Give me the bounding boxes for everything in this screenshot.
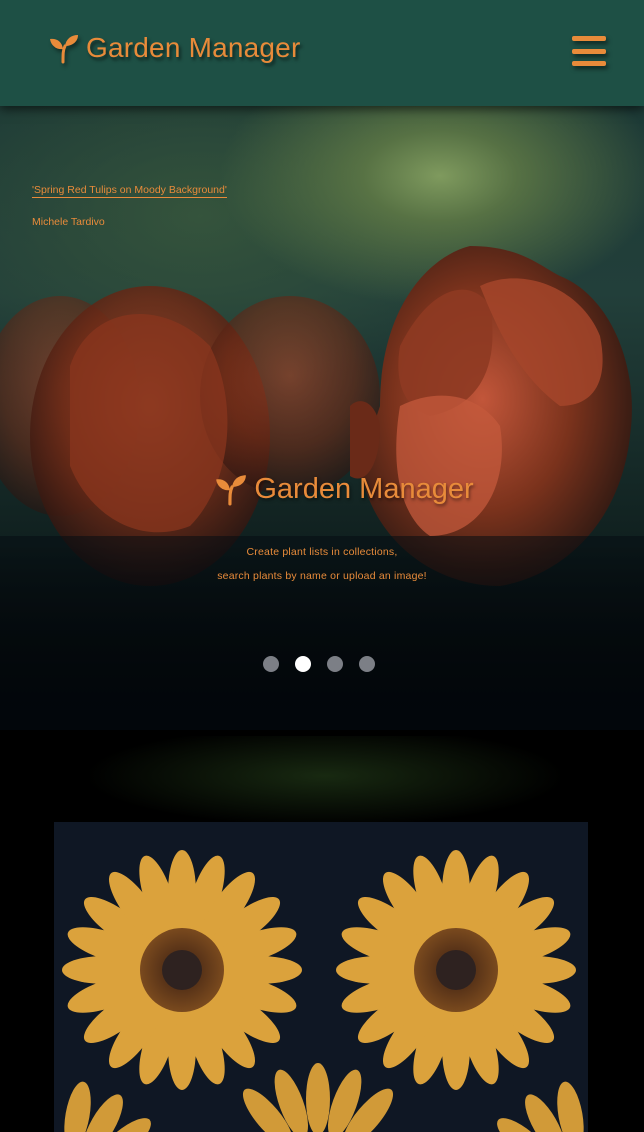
image-credit-author: Michele Tardivo [32, 216, 105, 228]
carousel-dot-1[interactable] [263, 656, 279, 672]
image-credit-link[interactable]: 'Spring Red Tulips on Moody Background' [32, 184, 227, 198]
hero-tagline-line-1: Create plant lists in collections, [246, 546, 398, 558]
carousel-dot-3[interactable] [327, 656, 343, 672]
hero-carousel: 'Spring Red Tulips on Moody Background' … [0, 106, 644, 730]
brand-logo-link[interactable]: Garden Manager [48, 32, 300, 64]
sprout-icon [216, 475, 247, 506]
carousel-indicators [263, 656, 375, 672]
sunflowers-image [62, 850, 584, 1132]
hero-brand: Garden Manager [0, 472, 644, 506]
carousel-dot-2[interactable] [295, 656, 311, 672]
section-glow [90, 736, 560, 826]
menu-bar [572, 36, 606, 41]
sprout-icon [50, 35, 78, 64]
brand-title: Garden Manager [86, 32, 301, 63]
hamburger-menu-icon[interactable] [572, 36, 606, 66]
sunflower-image-card[interactable] [54, 822, 588, 1132]
hero-title: Garden Manager [254, 472, 474, 505]
menu-bar [572, 48, 606, 54]
carousel-dot-4[interactable] [359, 656, 375, 672]
tulips-background-image [0, 106, 644, 730]
hero-tagline-line-2: search plants by name or upload an image… [217, 570, 427, 582]
menu-bar [572, 61, 606, 66]
top-navbar: Garden Manager [0, 0, 644, 106]
